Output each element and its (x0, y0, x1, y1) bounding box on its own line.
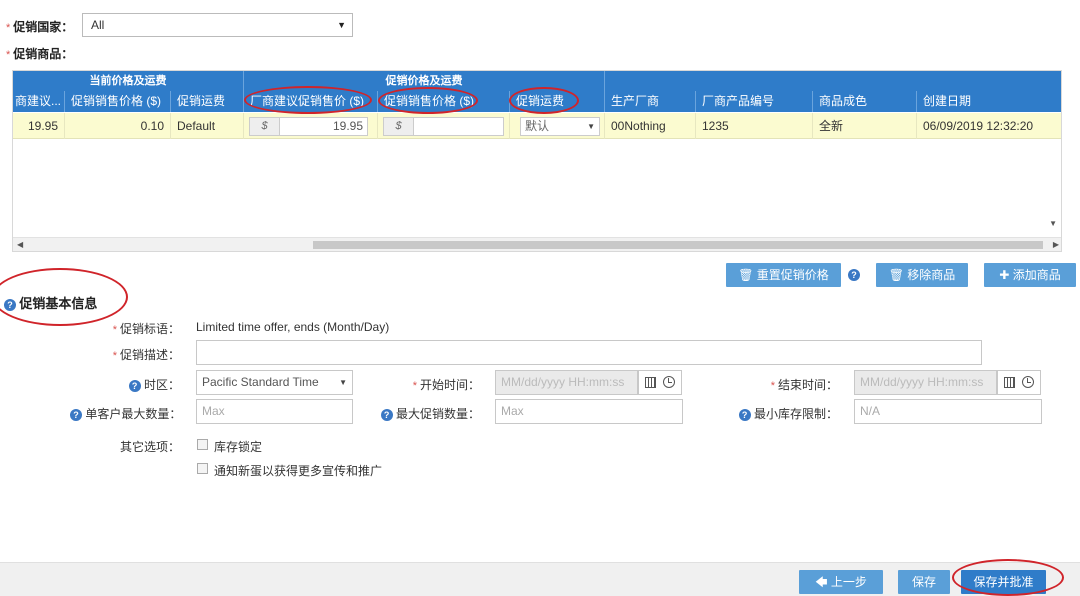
cell-created: 06/09/2019 12:32:20 (917, 113, 1062, 139)
country-select[interactable]: All ▼ (82, 13, 353, 37)
scroll-right-icon[interactable]: ▶ (1053, 238, 1059, 252)
max-per-customer-input[interactable]: Max (196, 399, 353, 424)
start-date-picker[interactable] (638, 370, 682, 395)
table-row[interactable]: 19.95 0.10 Default $ 19.95 $ 默认 ▼ 00Noth… (13, 113, 1062, 139)
cell-suggested: 19.95 (13, 113, 65, 139)
clock-icon[interactable] (1022, 376, 1034, 388)
trash-icon: 🗑 (889, 268, 904, 282)
cell-current-shipping: Default (171, 113, 244, 139)
chevron-down-icon: ▼ (337, 14, 346, 36)
calendar-icon[interactable] (645, 377, 656, 388)
cell-manufacturer: 00Nothing (605, 113, 696, 139)
chevron-down-icon: ▼ (339, 371, 347, 394)
save-approve-button[interactable]: 保存并批准 (961, 570, 1046, 594)
products-label: *促销商品： (6, 45, 73, 62)
cell-current-price: 0.10 (65, 113, 171, 139)
help-icon[interactable]: ? (129, 380, 141, 392)
timezone-label: ? 时区： (100, 376, 180, 393)
add-product-button[interactable]: ✚ 添加商品 (984, 263, 1076, 287)
start-time-label: *开始时间： (400, 376, 480, 393)
promo-shipping-select[interactable]: 默认 ▼ (520, 117, 600, 136)
col-manufacturer[interactable]: 生产厂商 (605, 91, 696, 112)
min-stock-label: ? 最小库存限制： (728, 405, 838, 422)
dollar-icon: $ (250, 118, 280, 135)
help-icon[interactable]: ? (4, 299, 16, 311)
promo-price-input[interactable]: $ (383, 117, 504, 136)
col-part-no[interactable]: 厂商产品编号 (696, 91, 813, 112)
notify-checkbox[interactable] (197, 463, 208, 474)
other-options-label: 其它选项： (100, 438, 180, 455)
end-time-label: *结束时间： (758, 376, 838, 393)
promo-shipping-value: 默认 (525, 119, 549, 133)
min-stock-input[interactable]: N/A (854, 399, 1042, 424)
scrollbar-thumb[interactable] (313, 241, 1043, 249)
col-vendor-price[interactable]: 厂商建议促销售价 ($) (244, 91, 378, 112)
arrow-left-icon: 🡄 (815, 575, 827, 589)
trash-icon: 🗑 (738, 268, 753, 282)
prev-button[interactable]: 🡄 上一步 (799, 570, 883, 594)
help-icon[interactable]: ? (381, 409, 393, 421)
save-button[interactable]: 保存 (898, 570, 950, 594)
plus-icon: ✚ (999, 268, 1009, 282)
col-current-price[interactable]: 促销销售价格 ($) (65, 91, 171, 112)
country-select-value: All (91, 18, 104, 32)
stock-lock-checkbox[interactable] (197, 439, 208, 450)
promo-desc-label: *促销描述： (100, 346, 180, 363)
col-promo-price[interactable]: 促销销售价格 ($) (378, 91, 510, 112)
vendor-price-input[interactable]: $ 19.95 (249, 117, 368, 136)
reset-price-button[interactable]: 🗑 重置促销价格 (726, 263, 841, 287)
end-time-input[interactable]: MM/dd/yyyy HH:mm:ss (854, 370, 997, 395)
chevron-down-icon: ▼ (587, 118, 595, 135)
help-icon[interactable]: ? (739, 409, 751, 421)
max-promo-qty-label: ? 最大促销数量： (370, 405, 480, 422)
cell-part-no: 1235 (696, 113, 813, 139)
table-header-columns: 商建议... 促销销售价格 ($) 促销运费 厂商建议促销售价 ($) 促销销售… (13, 91, 1062, 112)
calendar-icon[interactable] (1004, 377, 1015, 388)
scroll-left-icon[interactable]: ◀ (17, 238, 23, 252)
end-date-picker[interactable] (997, 370, 1041, 395)
table-header-groups: 当前价格及运费 促销价格及运费 (13, 71, 605, 91)
col-suggested[interactable]: 商建议... (13, 91, 65, 112)
promo-title-label: *促销标语： (100, 320, 180, 337)
section-title: ? 促销基本信息 (4, 293, 97, 312)
scroll-down-icon[interactable]: ▼ (1049, 219, 1057, 228)
max-promo-qty-input[interactable]: Max (495, 399, 683, 424)
max-per-customer-label: ? 单客户最大数量： (70, 405, 180, 422)
col-condition[interactable]: 商品成色 (813, 91, 917, 112)
vendor-price-value: 19.95 (333, 118, 363, 135)
col-promo-shipping[interactable]: 促销运费 (510, 91, 605, 112)
header-group-current: 当前价格及运费 (13, 71, 244, 91)
help-icon[interactable]: ? (848, 269, 860, 281)
cell-condition: 全新 (813, 113, 917, 139)
col-created[interactable]: 创建日期 (917, 91, 1062, 112)
country-label: *促销国家： (6, 18, 73, 35)
dollar-icon: $ (384, 118, 414, 135)
start-time-input[interactable]: MM/dd/yyyy HH:mm:ss (495, 370, 638, 395)
remove-product-button[interactable]: 🗑 移除商品 (876, 263, 968, 287)
product-table: 当前价格及运费 促销价格及运费 商建议... 促销销售价格 ($) 促销运费 厂… (12, 70, 1062, 252)
promo-desc-input[interactable] (196, 340, 982, 365)
horizontal-scrollbar[interactable]: ◀ ▶ (13, 237, 1062, 251)
stock-lock-label: 库存锁定 (214, 438, 262, 455)
promo-title-value: Limited time offer, ends (Month/Day) (196, 320, 389, 334)
help-icon[interactable]: ? (70, 409, 82, 421)
clock-icon[interactable] (663, 376, 675, 388)
notify-label: 通知新蛋以获得更多宣传和推广 (214, 462, 382, 479)
col-current-shipping[interactable]: 促销运费 (171, 91, 244, 112)
timezone-select[interactable]: Pacific Standard Time ▼ (196, 370, 353, 395)
header-group-promo: 促销价格及运费 (244, 71, 605, 91)
